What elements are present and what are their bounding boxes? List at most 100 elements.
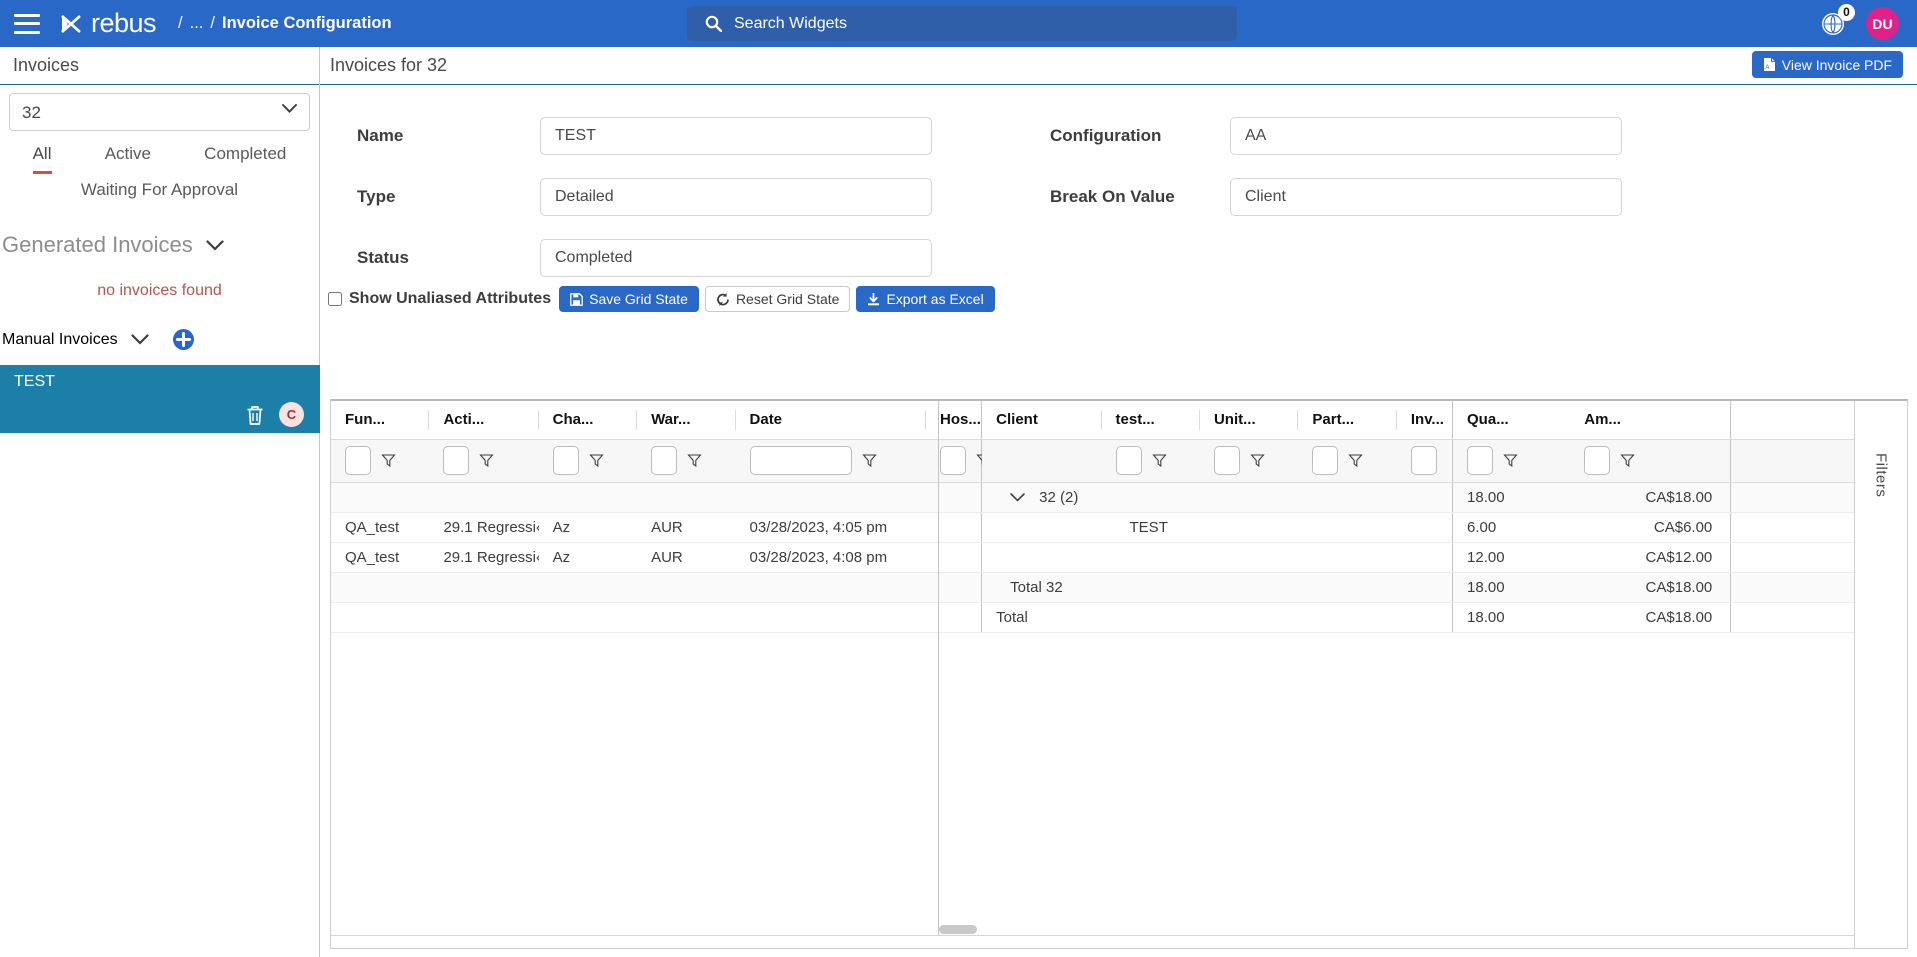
filter-input-am[interactable] [1584, 446, 1610, 475]
invoice-selector[interactable]: 32 [9, 93, 310, 131]
chevron-down-icon[interactable] [131, 334, 149, 345]
filter-input-war[interactable] [651, 446, 677, 475]
column-header-hos[interactable]: Hos... [926, 401, 982, 439]
column-header-acti[interactable]: Acti... [429, 401, 538, 439]
manual-invoices-group-header[interactable]: Manual Invoices [0, 328, 319, 351]
hamburger-menu-icon[interactable] [14, 14, 40, 34]
table-row[interactable]: QA_test 29.1 Regressi« Az AUR 03/28/2023… [331, 512, 1854, 542]
cell-spacer [1731, 512, 1854, 542]
filter-funnel-icon[interactable] [687, 453, 702, 468]
cell-part [1298, 602, 1396, 632]
column-header-unit[interactable]: Unit... [1200, 401, 1298, 439]
generated-invoices-empty-message: no invoices found [0, 282, 319, 300]
filter-input-unit[interactable] [1214, 446, 1240, 475]
save-grid-state-button[interactable]: Save Grid State [559, 286, 699, 312]
filter-funnel-icon[interactable] [1503, 453, 1518, 468]
chevron-down-icon[interactable] [206, 240, 224, 251]
filter-funnel-icon[interactable] [1620, 453, 1635, 468]
breadcrumb-ellipsis[interactable]: ... [190, 14, 204, 33]
add-invoice-button[interactable] [172, 328, 195, 351]
tab-waiting-for-approval[interactable]: Waiting For Approval [81, 180, 238, 210]
filter-input-date[interactable] [750, 446, 852, 475]
field-row-break-on-value: Break On Value [1010, 166, 1622, 227]
group-label: 32 (2) [1039, 489, 1078, 506]
filter-funnel-icon[interactable] [589, 453, 604, 468]
tab-active[interactable]: Active [105, 144, 151, 174]
grid-horizontal-scrollbar-thumb[interactable] [939, 925, 977, 934]
field-row-name: Name [320, 105, 932, 166]
filter-funnel-icon[interactable] [381, 453, 396, 468]
cell-acti [429, 602, 538, 632]
chevron-down-icon[interactable] [1010, 493, 1025, 502]
column-label: Am... [1584, 411, 1621, 428]
cell-unit [1200, 542, 1298, 572]
grid-header: Fun... Acti... Cha... War... Date Hos...… [331, 401, 1854, 439]
table-row-subtotal: Total 32 18.00 CA$18.00 [331, 572, 1854, 602]
trash-icon[interactable] [245, 404, 265, 426]
cell-inv [1397, 602, 1453, 632]
filter-funnel-icon[interactable] [862, 453, 877, 468]
filter-cell-test [1102, 439, 1200, 482]
cell-date [736, 602, 927, 632]
column-header-fun[interactable]: Fun... [331, 401, 429, 439]
filter-cell-client [982, 439, 1102, 482]
filter-input-fun[interactable] [345, 446, 371, 475]
breadcrumb-separator: / [210, 14, 215, 33]
show-unaliased-attributes-label[interactable]: Show Unaliased Attributes [349, 290, 551, 308]
column-header-war[interactable]: War... [637, 401, 735, 439]
filters-side-panel-toggle[interactable]: Filters [1854, 401, 1907, 948]
grid-horizontal-scrollbar-track[interactable] [331, 935, 1854, 936]
tab-all[interactable]: All [33, 144, 52, 174]
table-row-group[interactable]: 32 (2) 18.00 CA$18.00 [331, 482, 1854, 512]
filter-input-acti[interactable] [443, 446, 469, 475]
cell-cha: Az [539, 542, 637, 572]
column-header-client[interactable]: Client [982, 401, 1102, 439]
column-header-qua[interactable]: Qua... [1453, 401, 1571, 439]
export-as-excel-button[interactable]: Export as Excel [856, 286, 994, 312]
cell-hos [926, 482, 982, 512]
field-input-type[interactable] [540, 178, 932, 216]
field-input-name[interactable] [540, 117, 932, 155]
filter-funnel-icon[interactable] [479, 453, 494, 468]
filter-input-part[interactable] [1312, 446, 1338, 475]
breadcrumb-current: Invoice Configuration [222, 14, 392, 33]
filter-cell-unit [1200, 439, 1298, 482]
group-toggle[interactable]: 32 (2) [1010, 489, 1100, 506]
grid-scroll-viewport[interactable]: Fun... Acti... Cha... War... Date Hos...… [331, 401, 1854, 948]
refresh-icon [716, 293, 730, 306]
filter-input-cha[interactable] [553, 446, 579, 475]
filter-input-test[interactable] [1116, 446, 1142, 475]
column-label: test... [1116, 411, 1155, 428]
invoice-card-status-badge[interactable]: C [279, 402, 304, 427]
reset-grid-state-button[interactable]: Reset Grid State [705, 286, 851, 312]
column-header-date[interactable]: Date [736, 401, 927, 439]
table-row[interactable]: QA_test 29.1 Regressi« Az AUR 03/28/2023… [331, 542, 1854, 572]
column-header-test[interactable]: test... [1102, 401, 1200, 439]
search-input[interactable] [732, 14, 1172, 34]
column-header-inv[interactable]: Inv... [1397, 401, 1453, 439]
show-unaliased-attributes-checkbox[interactable] [328, 292, 342, 306]
filter-funnel-icon[interactable] [1152, 453, 1167, 468]
column-header-am[interactable]: Am... [1570, 401, 1731, 439]
field-input-break-on-value[interactable] [1230, 178, 1622, 216]
filter-input-qua[interactable] [1467, 446, 1493, 475]
avatar[interactable]: DU [1866, 7, 1899, 40]
generated-invoices-group-header[interactable]: Generated Invoices [0, 232, 319, 258]
filter-funnel-icon[interactable] [1348, 453, 1363, 468]
cell-date [736, 572, 927, 602]
field-input-status[interactable] [540, 239, 932, 277]
field-input-configuration[interactable] [1230, 117, 1622, 155]
tab-waiting-row: Waiting For Approval [0, 180, 319, 210]
filter-input-inv[interactable] [1411, 446, 1437, 475]
brand-logo[interactable]: rebus [58, 10, 156, 37]
view-invoice-pdf-button[interactable]: A View Invoice PDF [1752, 51, 1903, 78]
column-header-cha[interactable]: Cha... [539, 401, 637, 439]
notification-count-badge: 0 [1838, 4, 1855, 21]
globe-icon[interactable]: 0 [1820, 11, 1846, 37]
filter-funnel-icon[interactable] [1250, 453, 1265, 468]
invoice-card-test[interactable]: TEST C [0, 365, 320, 433]
tab-completed[interactable]: Completed [204, 144, 286, 174]
search-bar[interactable] [687, 6, 1237, 41]
filter-input-hos[interactable] [940, 446, 966, 475]
column-header-part[interactable]: Part... [1298, 401, 1396, 439]
